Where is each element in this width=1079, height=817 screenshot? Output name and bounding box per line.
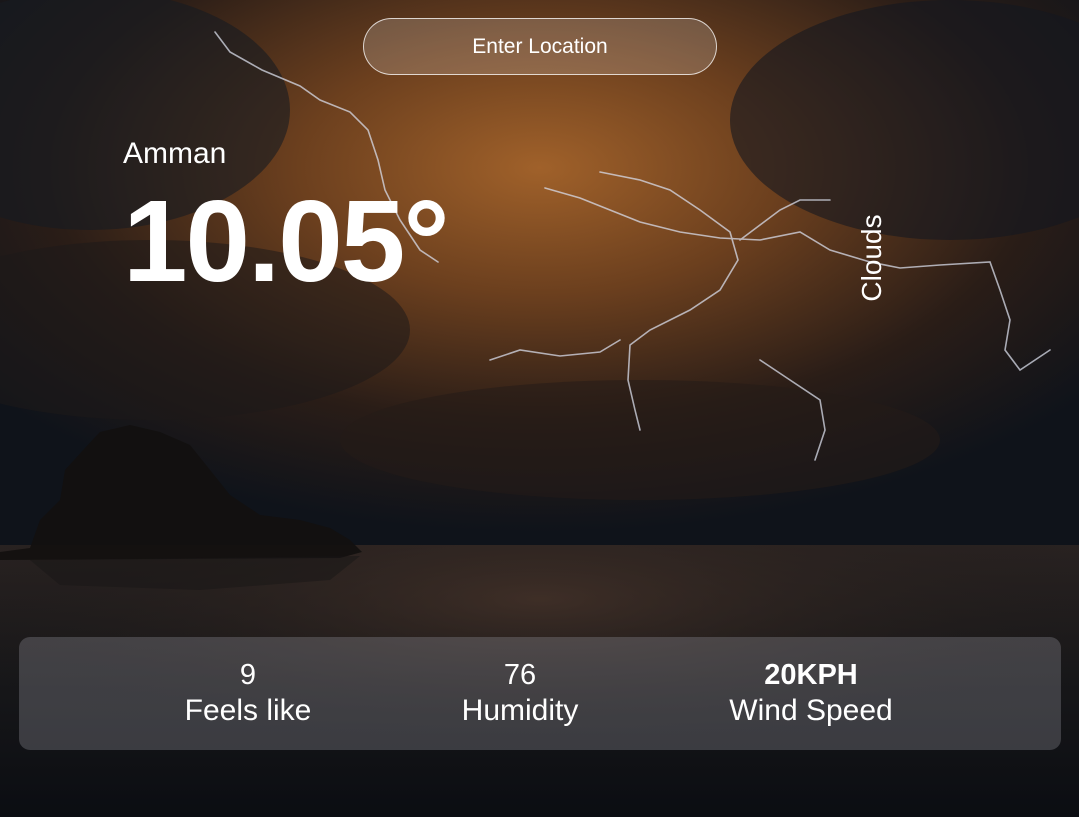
feels-like-stat: 9 Feels like [185, 657, 312, 729]
temperature-value: 10.05° [123, 176, 450, 306]
humidity-stat: 76 Humidity [462, 657, 579, 729]
wind-speed-label: Wind Speed [729, 694, 893, 727]
feels-like-value: 9 [239, 659, 257, 691]
location-name: Amman [123, 137, 227, 170]
weather-condition: Clouds [852, 208, 892, 308]
humidity-label: Humidity [461, 694, 579, 727]
weather-condition-label: Clouds [856, 214, 887, 302]
wind-speed-stat: 20KPH Wind Speed [729, 657, 892, 729]
weather-stats-panel: 9 Feels like 76 Humidity 20KPH Wind Spee… [19, 637, 1061, 750]
wind-speed-value: 20KPH [764, 659, 858, 691]
humidity-value: 76 [503, 659, 537, 691]
feels-like-label: Feels like [184, 694, 312, 727]
weather-app: Amman 10.05° Clouds 9 Feels like 76 Humi… [0, 0, 1079, 817]
location-search-input[interactable] [363, 18, 717, 75]
